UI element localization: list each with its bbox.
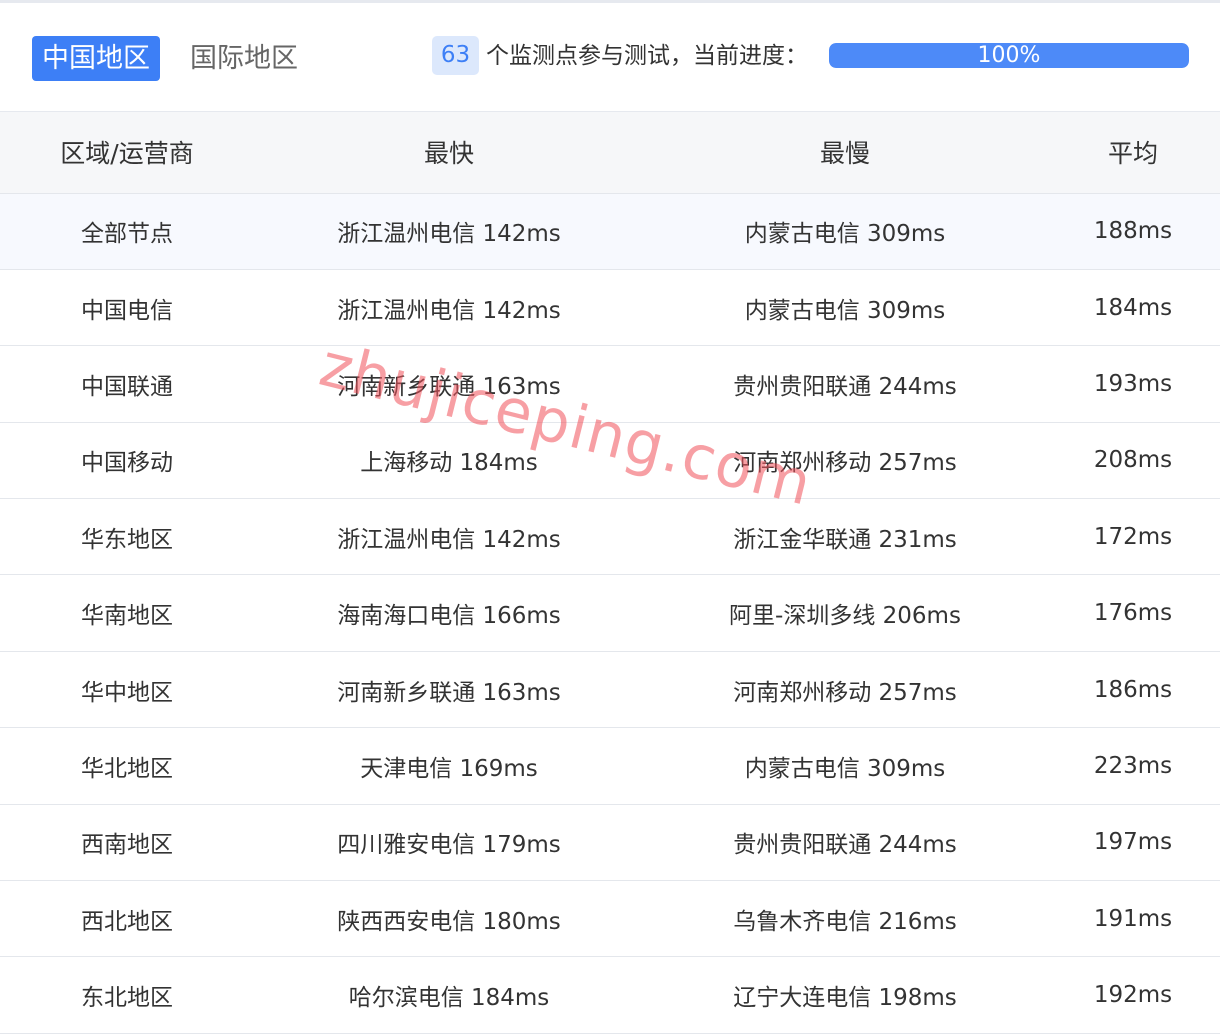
cell-slowest: 内蒙古电信 309ms	[644, 269, 1046, 347]
table-row: 华东地区 浙江温州电信 142ms 浙江金华联通 231ms 172ms	[0, 498, 1220, 576]
region-toolbar: 中国地区 国际地区 63 个监测点参与测试，当前进度： 100%	[0, 0, 1220, 112]
table-row: 中国移动 上海移动 184ms 河南郑州移动 257ms 208ms	[0, 422, 1220, 500]
cell-fastest: 陕西西安电信 180ms	[254, 880, 644, 958]
cell-slowest: 内蒙古电信 309ms	[644, 727, 1046, 805]
cell-fastest: 河南新乡联通 163ms	[254, 651, 644, 729]
header-region-carrier: 区域/运营商	[0, 112, 254, 194]
table-body: 全部节点 浙江温州电信 142ms 内蒙古电信 309ms 188ms 中国电信 浙江温州…	[0, 193, 1220, 1034]
tab-international-region[interactable]: 国际地区	[180, 36, 308, 81]
header-average: 平均	[1046, 112, 1220, 194]
table-row: 中国电信 浙江温州电信 142ms 内蒙古电信 309ms 184ms	[0, 269, 1220, 347]
cell-fastest: 上海移动 184ms	[254, 422, 644, 500]
cell-slowest: 河南郑州移动 257ms	[644, 422, 1046, 500]
cell-average: 223ms	[1046, 727, 1220, 805]
cell-fastest: 河南新乡联通 163ms	[254, 345, 644, 423]
progress-label: 100%	[977, 43, 1041, 68]
cell-region: 华南地区	[0, 574, 254, 652]
cell-average: 186ms	[1046, 651, 1220, 729]
cell-region: 华中地区	[0, 651, 254, 729]
cell-average: 192ms	[1046, 956, 1220, 1034]
header-slowest: 最慢	[644, 112, 1046, 194]
cell-average: 176ms	[1046, 574, 1220, 652]
table-row: 全部节点 浙江温州电信 142ms 内蒙古电信 309ms 188ms	[0, 193, 1220, 270]
cell-average: 193ms	[1046, 345, 1220, 423]
cell-fastest: 浙江温州电信 142ms	[254, 193, 644, 270]
cell-fastest: 浙江温州电信 142ms	[254, 498, 644, 576]
cell-region: 中国电信	[0, 269, 254, 347]
table-row: 西北地区 陕西西安电信 180ms 乌鲁木齐电信 216ms 191ms	[0, 880, 1220, 958]
table-row: 东北地区 哈尔滨电信 184ms 辽宁大连电信 198ms 192ms	[0, 956, 1220, 1034]
table-row: 华南地区 海南海口电信 166ms 阿里-深圳多线 206ms 176ms	[0, 574, 1220, 652]
cell-fastest: 海南海口电信 166ms	[254, 574, 644, 652]
cell-region: 西南地区	[0, 804, 254, 882]
cell-average: 188ms	[1046, 193, 1220, 270]
cell-average: 191ms	[1046, 880, 1220, 958]
progress-bar: 100%	[829, 43, 1189, 68]
table-row: 西南地区 四川雅安电信 179ms 贵州贵阳联通 244ms 197ms	[0, 804, 1220, 882]
cell-region: 华北地区	[0, 727, 254, 805]
node-count-badge: 63	[432, 36, 479, 75]
tab-china-region[interactable]: 中国地区	[32, 36, 160, 81]
cell-fastest: 天津电信 169ms	[254, 727, 644, 805]
header-fastest: 最快	[254, 112, 644, 194]
cell-average: 208ms	[1046, 422, 1220, 500]
table-row: 华北地区 天津电信 169ms 内蒙古电信 309ms 223ms	[0, 727, 1220, 805]
table-header-row: 区域/运营商 最快 最慢 平均	[0, 112, 1220, 194]
cell-slowest: 贵州贵阳联通 244ms	[644, 345, 1046, 423]
cell-region: 中国联通	[0, 345, 254, 423]
cell-region: 华东地区	[0, 498, 254, 576]
cell-slowest: 辽宁大连电信 198ms	[644, 956, 1046, 1034]
cell-fastest: 哈尔滨电信 184ms	[254, 956, 644, 1034]
cell-fastest: 浙江温州电信 142ms	[254, 269, 644, 347]
cell-region: 中国移动	[0, 422, 254, 500]
cell-slowest: 浙江金华联通 231ms	[644, 498, 1046, 576]
latency-table: 区域/运营商 最快 最慢 平均 全部节点 浙江温州电信 142ms 内蒙古电信 30…	[0, 112, 1220, 1034]
cell-slowest: 贵州贵阳联通 244ms	[644, 804, 1046, 882]
cell-slowest: 乌鲁木齐电信 216ms	[644, 880, 1046, 958]
cell-average: 172ms	[1046, 498, 1220, 576]
cell-region: 全部节点	[0, 193, 254, 270]
table-row: 中国联通 河南新乡联通 163ms 贵州贵阳联通 244ms 193ms	[0, 345, 1220, 423]
cell-slowest: 内蒙古电信 309ms	[644, 193, 1046, 270]
cell-average: 184ms	[1046, 269, 1220, 347]
progress-status-text: 个监测点参与测试，当前进度：	[486, 43, 808, 69]
cell-average: 197ms	[1046, 804, 1220, 882]
cell-slowest: 阿里-深圳多线 206ms	[644, 574, 1046, 652]
cell-region: 东北地区	[0, 956, 254, 1034]
cell-fastest: 四川雅安电信 179ms	[254, 804, 644, 882]
cell-region: 西北地区	[0, 880, 254, 958]
cell-slowest: 河南郑州移动 257ms	[644, 651, 1046, 729]
table-row: 华中地区 河南新乡联通 163ms 河南郑州移动 257ms 186ms	[0, 651, 1220, 729]
